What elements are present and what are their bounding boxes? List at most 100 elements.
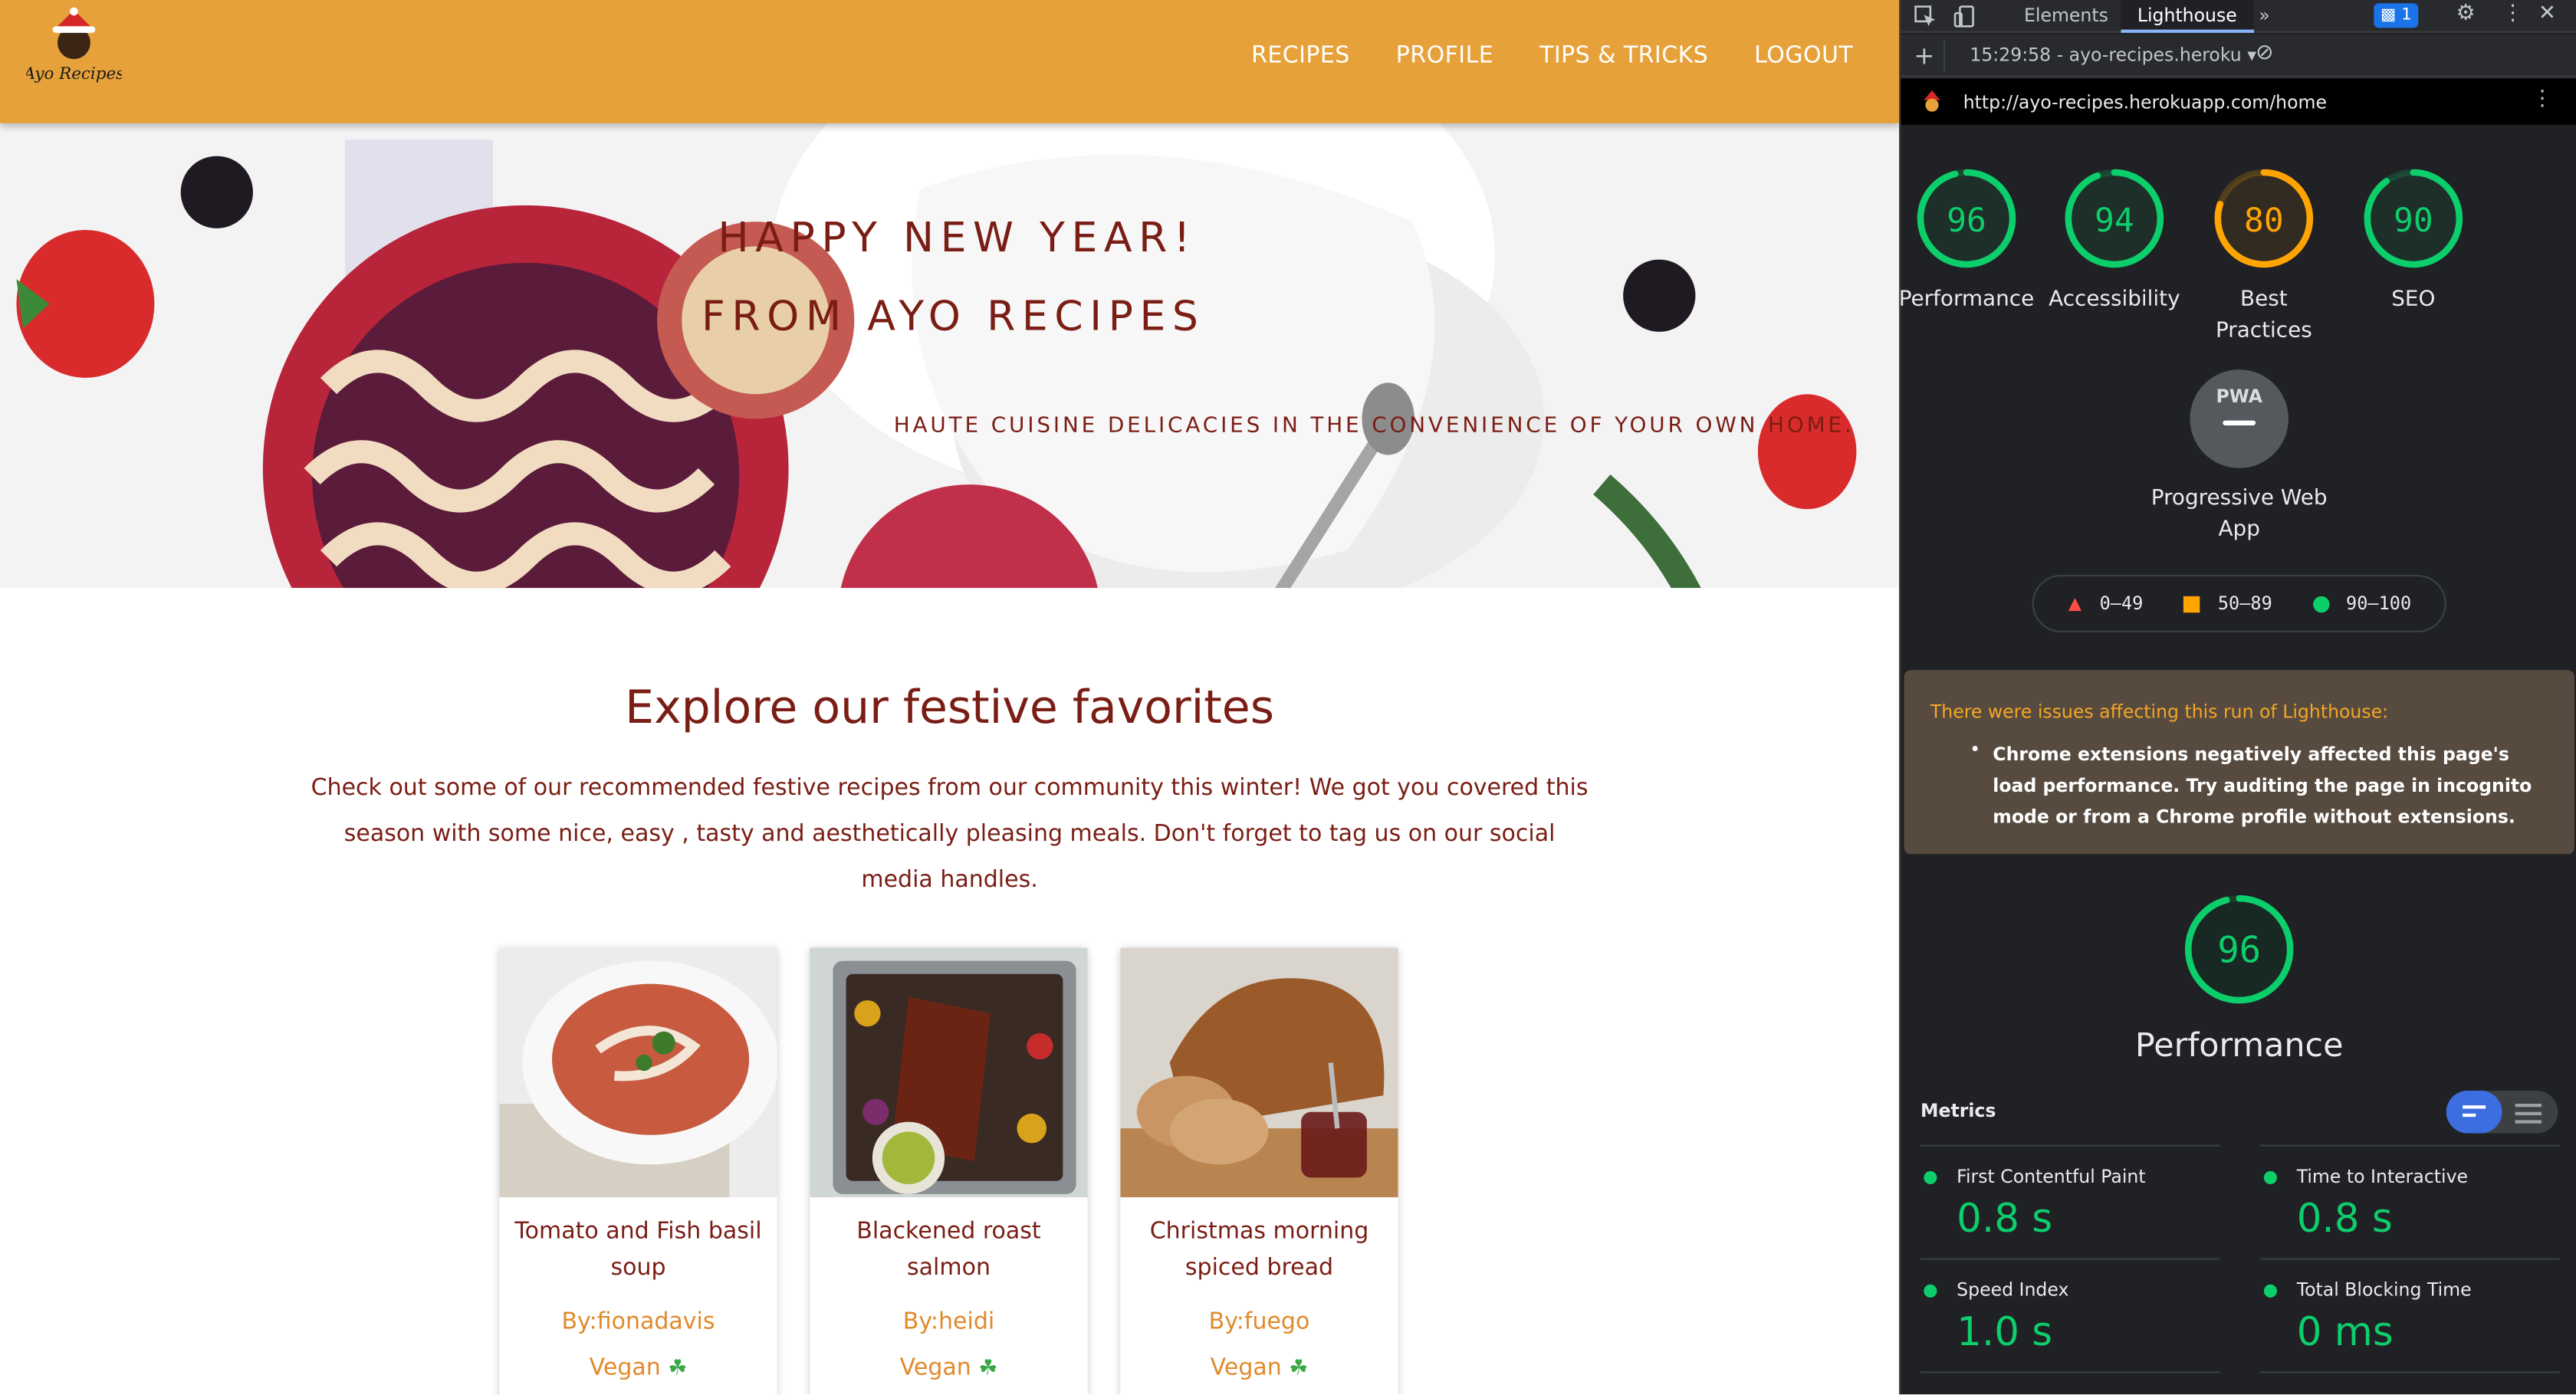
warning-item: Chrome extensions negatively affected th… — [1993, 743, 2532, 828]
hero-heading-line2: FROM AYO RECIPES — [702, 292, 1205, 340]
metric-divider — [1921, 1371, 2220, 1374]
fail-triangle-icon — [2068, 598, 2082, 612]
hero-banner: HAPPY NEW YEAR! FROM AYO RECIPES HAUTE C… — [0, 123, 1900, 589]
tab-elements[interactable]: Elements — [2024, 0, 2108, 33]
clear-reports-icon[interactable]: ⊘ — [2256, 41, 2273, 66]
metrics-title: Metrics — [1921, 1100, 1996, 1122]
toolbar-divider — [1944, 39, 1946, 73]
performance-heading: Performance — [2134, 1025, 2344, 1065]
report-selector-label: 15:29:58 - ayo-recipes.heroku — [1970, 44, 2242, 66]
pass-circle-icon — [2313, 596, 2330, 613]
leaf-icon: ☘ — [978, 1357, 998, 1382]
warning-bullet: • — [1970, 739, 1981, 761]
close-icon[interactable]: ✕ — [2538, 2, 2556, 26]
nav-logout[interactable]: LOGOUT — [1754, 43, 1853, 69]
recipe-card[interactable]: Christmas morning spiced bread By:fuego … — [1120, 947, 1398, 1395]
gauge-score: 80 — [2244, 202, 2284, 240]
recipe-diet-tag: Vegan ☘ — [499, 1355, 777, 1381]
recipe-title: Blackened roast salmon — [856, 1219, 1041, 1282]
metric-name: Time to Interactive — [2296, 1166, 2469, 1188]
hero-tagline: HAUTE CUISINE DELICACIES IN THE CONVENIE… — [893, 414, 1855, 439]
site-favicon — [1924, 90, 1940, 112]
recipe-card[interactable]: Tomato and Fish basil soup By:fionadavis… — [499, 947, 777, 1395]
recipe-title: Tomato and Fish basil soup — [514, 1219, 762, 1282]
issues-count: 1 — [2401, 6, 2412, 25]
website-viewport: Ayo Recipes RECIPES PROFILE TIPS & TRICK… — [0, 0, 1900, 1395]
settings-gear-icon[interactable]: ⚙ — [2456, 2, 2476, 26]
pwa-label: Progressive Web App — [2150, 486, 2328, 543]
recipe-image-soup — [499, 947, 777, 1198]
metric-name: Total Blocking Time — [2296, 1279, 2472, 1301]
recipe-image-bread — [1120, 947, 1398, 1198]
audited-url[interactable]: http://ayo-recipes.herokuapp.com/home — [1963, 92, 2327, 113]
nav-tips-and-tricks[interactable]: TIPS & TRICKS — [1539, 43, 1708, 69]
kebab-menu-icon[interactable]: ⋮ — [2502, 2, 2524, 26]
lighthouse-warning: There were issues affecting this run of … — [1904, 670, 2574, 855]
inspect-element-icon[interactable] — [1914, 5, 1937, 28]
compact-view-icon — [2463, 1105, 2486, 1109]
leaf-icon: ☘ — [1289, 1357, 1309, 1382]
pwa-badge-icon[interactable]: PWA — [2190, 369, 2288, 468]
legend-fail-range: 0–49 — [2099, 592, 2144, 615]
pass-circle-icon — [1924, 1170, 1937, 1184]
gauge-score: 90 — [2394, 202, 2433, 240]
metrics-view-toggle[interactable] — [2446, 1090, 2558, 1134]
recipe-title: Christmas morning spiced bread — [1149, 1219, 1369, 1282]
score-gauge-performance[interactable]: 96 Performance — [1899, 166, 2049, 315]
nav-profile[interactable]: PROFILE — [1396, 43, 1493, 69]
devtools-panel: Elements Lighthouse » ▩ 1 ⚙ ⋮ ✕ + 15:29:… — [1899, 0, 2576, 1395]
recipe-image-salmon — [810, 947, 1088, 1198]
devtools-tabbar: Elements Lighthouse » ▩ 1 ⚙ ⋮ ✕ — [1901, 0, 2576, 33]
issues-badge[interactable]: ▩ 1 — [2374, 3, 2419, 28]
diet-tag-label: Vegan — [1210, 1354, 1282, 1382]
logo-lettering: Ayo Recipes — [26, 64, 121, 84]
score-gauge-accessibility[interactable]: 94 Accessibility — [2032, 166, 2196, 315]
device-toolbar-icon[interactable] — [1953, 5, 1976, 28]
gauge-label: SEO — [2391, 287, 2436, 313]
report-menu-icon[interactable]: ⋮ — [2532, 87, 2553, 112]
diet-tag-label: Vegan — [589, 1354, 661, 1382]
audited-url-bar: http://ayo-recipes.herokuapp.com/home ⋮ — [1901, 78, 2576, 125]
leaf-icon: ☘ — [668, 1357, 688, 1382]
score-gauge-seo[interactable]: 90 SEO — [2331, 166, 2496, 315]
performance-gauge-large[interactable]: 96 — [2182, 892, 2297, 1007]
recipe-author[interactable]: By:fionadavis — [499, 1309, 777, 1335]
gauge-label: Best Practices — [2215, 287, 2312, 343]
toggle-compact-option[interactable] — [2446, 1090, 2502, 1134]
gauge-ring: 96 — [1917, 169, 2016, 268]
recipe-author[interactable]: By:fuego — [1120, 1309, 1398, 1335]
nav-recipes[interactable]: RECIPES — [1251, 43, 1350, 69]
section-description: Check out some of our recommended festiv… — [310, 775, 1589, 894]
ayo-recipes-logo[interactable]: Ayo Recipes — [26, 7, 122, 86]
recipe-cards: Tomato and Fish basil soup By:fionadavis… — [499, 947, 1398, 1395]
expanded-view-icon[interactable] — [2515, 1104, 2542, 1124]
metric-speed-index: Speed Index 1.0 s — [1921, 1258, 2220, 1355]
recipe-card[interactable]: Blackened roast salmon By:heidi Vegan ☘ — [810, 947, 1088, 1395]
metric-value: 0 ms — [2296, 1308, 2394, 1355]
pwa-badge-text: PWA — [2216, 386, 2262, 407]
diet-tag-label: Vegan — [899, 1354, 971, 1382]
metric-name: Speed Index — [1957, 1279, 2069, 1301]
gauge-ring: 94 — [2065, 169, 2164, 268]
metric-name: First Contentful Paint — [1957, 1166, 2146, 1188]
metric-value: 0.8 s — [1957, 1196, 2053, 1242]
performance-score-large: 96 — [2217, 930, 2261, 972]
metric-divider — [2260, 1371, 2560, 1374]
lighthouse-toolbar: + 15:29:58 - ayo-recipes.heroku ▾ ⊘ — [1901, 34, 2576, 77]
new-report-plus-icon[interactable]: + — [1914, 41, 1934, 71]
legend-pass-range: 90–100 — [2346, 592, 2412, 615]
metric-time-to-interactive: Time to Interactive 0.8 s — [2260, 1144, 2560, 1242]
recipe-diet-tag: Vegan ☘ — [810, 1355, 1087, 1381]
tab-lighthouse[interactable]: Lighthouse — [2121, 0, 2254, 33]
warning-title: There were issues affecting this run of … — [1930, 701, 2389, 723]
score-gauge-best-practices[interactable]: 80 Best Practices — [2182, 166, 2346, 346]
gauge-label: Performance — [1899, 287, 2035, 313]
average-square-icon — [2183, 596, 2200, 613]
chat-icon: ▩ — [2380, 6, 2397, 25]
gauge-ring: 80 — [2214, 169, 2314, 268]
gauge-score: 94 — [2095, 202, 2134, 240]
pass-circle-icon — [2263, 1284, 2277, 1298]
recipe-author[interactable]: By:heidi — [810, 1309, 1087, 1335]
more-tabs-icon[interactable]: » — [2259, 0, 2269, 33]
report-selector[interactable]: 15:29:58 - ayo-recipes.heroku ▾ — [1970, 44, 2256, 66]
